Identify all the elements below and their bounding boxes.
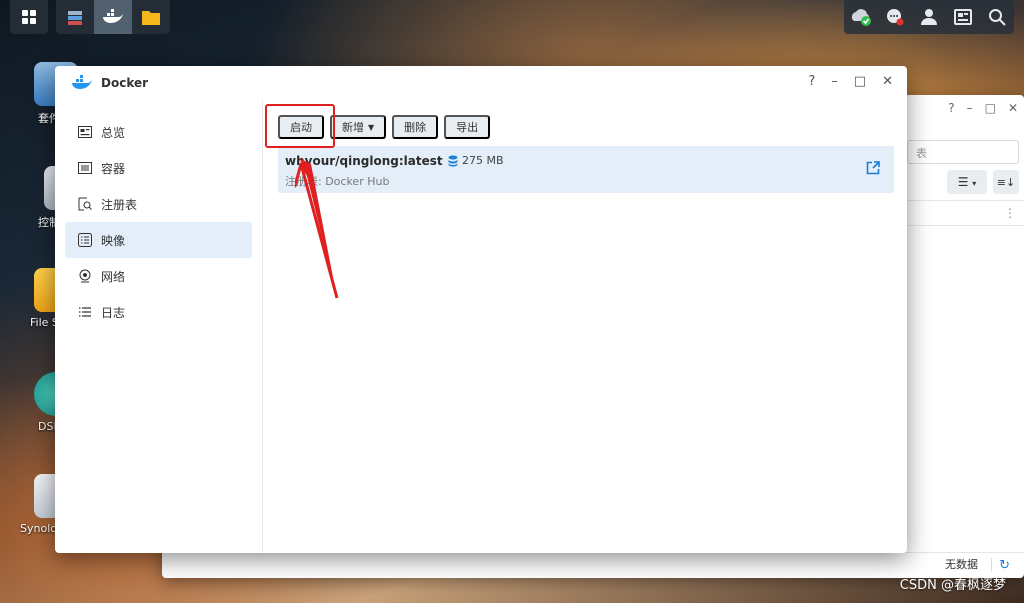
sidebar-item-label: 总览 [101,125,126,140]
watermark-text: CSDN @春枫逐梦 [899,578,1006,593]
footer-divider [991,558,992,572]
notifications-button[interactable] [878,0,912,34]
window-controls: ? – □ ✕ [808,74,893,89]
docker-icon [103,9,123,23]
taskbar-file-station[interactable] [132,0,170,34]
log-icon [77,304,93,320]
sort-button[interactable]: ≡↓ [993,170,1019,194]
toolbar: 启动 新增 ▼ 删除 导出 [278,115,491,139]
sidebar-item-log[interactable]: 日志 [65,294,252,330]
maximize-icon[interactable]: □ [854,74,866,89]
search-button[interactable] [980,0,1014,34]
running-apps-group [56,0,170,34]
window-titlebar: Docker ? – □ ✕ [55,66,907,100]
sidebar-item-label: 注册表 [101,197,138,212]
main-menu-group [10,0,48,34]
image-list-item[interactable]: whyour/qinglong:latest 275 MB 注册表: Docke… [278,146,894,193]
taskbar-left [10,0,170,34]
sidebar-item-label: 映像 [101,233,126,248]
overview-icon [77,124,93,140]
sidebar-item-label: 网络 [101,269,126,284]
sidebar-item-registry[interactable]: 注册表 [65,186,252,222]
image-size: 275 MB [448,154,504,167]
minimize-icon[interactable]: – [831,74,838,89]
window-title: Docker [101,76,149,90]
list-view-button[interactable]: ☰ ▾ [947,170,987,194]
search-icon [989,9,1006,26]
taskbar-docker[interactable] [94,0,132,34]
chevron-down-icon: ▼ [368,122,375,132]
container-icon [77,160,93,176]
add-button[interactable]: 新增 ▼ [330,115,387,139]
maximize-icon[interactable]: □ [985,101,996,115]
add-button-label: 新增 [342,121,364,134]
launch-button[interactable]: 启动 [278,115,324,139]
cloud-check-icon [851,9,871,26]
sidebar-item-network[interactable]: 网络 [65,258,252,294]
widgets-button[interactable] [946,0,980,34]
sidebar-item-overview[interactable]: 总览 [65,114,252,150]
image-icon [77,232,93,248]
refresh-icon[interactable]: ↻ [999,558,1010,573]
main-menu-button[interactable] [10,0,48,34]
network-icon [77,268,93,284]
sidebar-item-label: 容器 [101,161,126,176]
background-search-input[interactable]: 表 [907,140,1019,164]
docker-icon [72,75,92,89]
close-icon[interactable]: ✕ [882,74,893,89]
annotation-arrow [295,158,339,299]
list-icon: ☰ ▾ [957,175,977,189]
no-data-label: 无数据 [945,558,978,571]
docker-window: Docker ? – □ ✕ 总览 容器 注册表 映像 网络 日志 启动 新增 … [55,66,907,553]
sidebar-item-label: 日志 [101,305,126,320]
background-window-controls: ? – □ ✕ [948,101,1018,115]
sync-status-button[interactable] [844,0,878,34]
image-size-value: 275 MB [462,154,504,167]
grid-icon [22,10,36,24]
export-button[interactable]: 导出 [444,115,491,139]
more-icon[interactable]: ⋮ [1004,206,1016,220]
help-icon[interactable]: ? [948,101,954,115]
user-icon [921,9,937,25]
database-icon [448,155,458,166]
sidebar-item-container[interactable]: 容器 [65,150,252,186]
close-icon[interactable]: ✕ [1008,101,1018,115]
help-icon[interactable]: ? [808,74,815,89]
sidebar-item-image[interactable]: 映像 [65,222,252,258]
sidebar: 总览 容器 注册表 映像 网络 日志 [55,100,263,553]
delete-button[interactable]: 删除 [392,115,439,139]
user-button[interactable] [912,0,946,34]
registry-icon [77,196,93,212]
main-panel: 启动 新增 ▼ 删除 导出 whyour/qinglong:latest 275… [263,100,907,553]
chat-bubble-icon [887,9,904,26]
external-link-icon[interactable] [866,161,880,178]
taskbar-package-center[interactable] [56,0,94,34]
package-center-icon [68,11,82,25]
widgets-icon [954,9,972,25]
folder-icon [142,11,160,25]
minimize-icon[interactable]: – [967,101,973,115]
sort-icon: ≡↓ [996,175,1016,189]
taskbar-right [844,0,1014,34]
